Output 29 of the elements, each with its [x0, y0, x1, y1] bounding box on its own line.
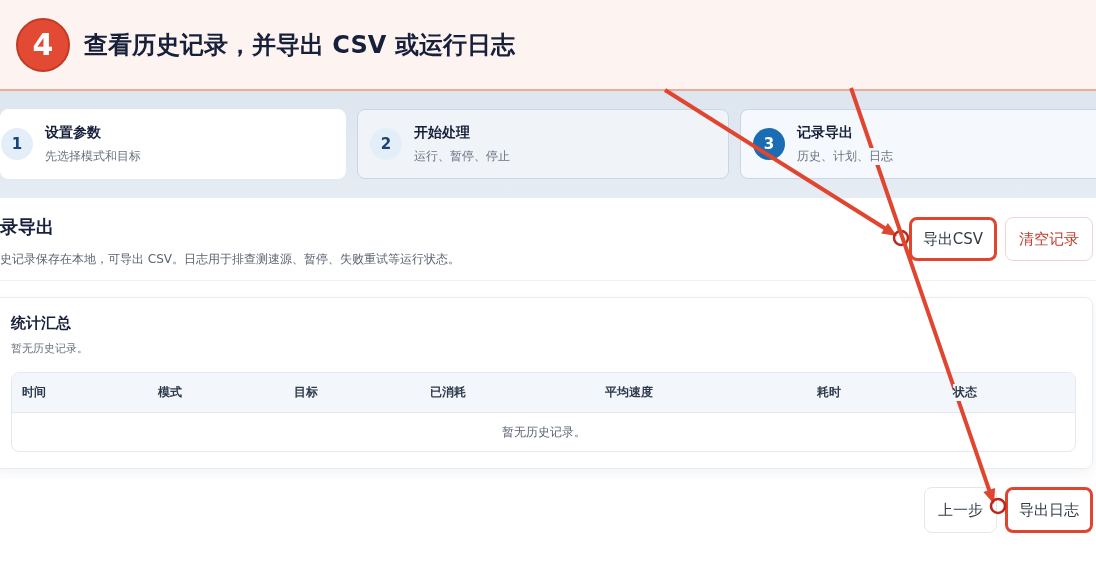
- step-card[interactable]: 1 设置参数 先选择模式和目标: [0, 109, 346, 179]
- column-header: 已消耗: [430, 384, 466, 401]
- column-header: 耗时: [817, 384, 841, 401]
- step-card[interactable]: 3 记录导出 历史、计划、日志: [740, 109, 1096, 179]
- summary-title: 统计汇总: [11, 314, 72, 333]
- footer-button[interactable]: 上一步: [924, 487, 997, 533]
- section-title: 录导出: [0, 214, 54, 239]
- step-title: 记录导出: [797, 123, 853, 142]
- column-header: 状态: [953, 384, 977, 401]
- step-title: 设置参数: [45, 123, 101, 142]
- banner-title: 查看历史记录，并导出 CSV 或运行日志: [84, 29, 515, 61]
- step-subtitle: 先选择模式和目标: [45, 147, 141, 165]
- export-button[interactable]: 导出CSV: [908, 217, 997, 261]
- empty-message: 暂无历史记录。: [501, 423, 586, 441]
- clear-button[interactable]: 清空记录: [1005, 217, 1093, 261]
- summary-subtitle: 暂无历史记录。: [11, 341, 89, 356]
- column-header: 模式: [158, 384, 182, 401]
- step-badge: 4: [16, 17, 70, 72]
- step-subtitle: 历史、计划、日志: [797, 147, 893, 165]
- section-description: 史记录保存在本地，可导出 CSV。日志用于排查测速源、暂停、失败重试等运行状态。: [0, 250, 461, 268]
- step-subtitle: 运行、暂停、停止: [414, 147, 510, 165]
- column-header: 时间: [22, 384, 46, 401]
- step-number: 2: [370, 128, 402, 160]
- footer-button[interactable]: 导出日志: [1005, 487, 1093, 533]
- step-card[interactable]: 2 开始处理 运行、暂停、停止: [357, 109, 729, 179]
- step-number: 1: [1, 128, 33, 160]
- column-header: 平均速度: [605, 384, 653, 401]
- step-title: 开始处理: [414, 123, 470, 142]
- column-header: 目标: [294, 384, 318, 401]
